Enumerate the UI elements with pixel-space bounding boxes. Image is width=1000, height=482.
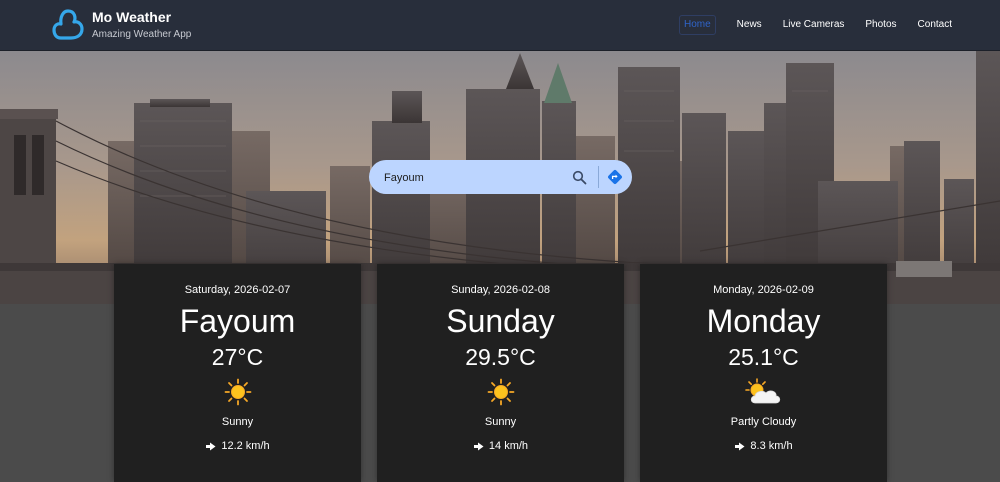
forecast-day: Monday: [706, 303, 821, 339]
forecast-wind: 12.2 km/h: [114, 440, 361, 452]
forecast-card: Monday, 2026-02-09 Monday 25.1°C Partly …: [640, 264, 887, 482]
forecast-day: Sunday: [446, 303, 555, 339]
forecast-date: Monday, 2026-02-09: [713, 284, 814, 296]
forecast-wind: 14 km/h: [377, 440, 624, 452]
nav-home[interactable]: Home: [678, 15, 716, 35]
forecast-temperature: 25.1°C: [728, 344, 799, 370]
app-subtitle: Amazing Weather App: [92, 29, 192, 40]
forecast-condition: Partly Cloudy: [730, 416, 797, 428]
search-divider: [598, 166, 599, 188]
nav-photos[interactable]: Photos: [865, 16, 896, 34]
navbar: Mo Weather Amazing Weather App Home News…: [0, 0, 1000, 51]
cloud-logo-icon: [52, 9, 84, 40]
search-bar: [369, 160, 632, 196]
forecast-date: Saturday, 2026-02-07: [184, 284, 291, 296]
sun-icon: [487, 378, 514, 406]
nav-news[interactable]: News: [737, 16, 762, 34]
wind-direction-icon: [206, 442, 216, 450]
main-nav: Home News Live Cameras Photos Contact: [678, 15, 952, 35]
wind-direction-icon: [735, 442, 745, 450]
forecast-condition: Sunny: [484, 416, 517, 428]
forecast-card: Sunday, 2026-02-08 Sunday 29.5°C Sunny 1…: [377, 264, 624, 482]
forecast-wind-speed: 14 km/h: [488, 440, 529, 452]
forecast-temperature: 29.5°C: [465, 344, 536, 370]
directions-icon[interactable]: [607, 169, 623, 185]
forecast-wind-speed: 12.2 km/h: [221, 440, 270, 452]
partly-cloudy-icon: [744, 378, 780, 404]
nav-live-cameras[interactable]: Live Cameras: [783, 16, 845, 34]
nav-contact[interactable]: Contact: [918, 16, 952, 34]
forecast-wind-speed: 8.3 km/h: [750, 440, 793, 452]
wind-direction-icon: [473, 442, 484, 450]
forecast-location: Fayoum: [179, 303, 296, 339]
forecast-card: Saturday, 2026-02-07 Fayoum 27°C Sunny 1…: [114, 264, 361, 482]
brand[interactable]: Mo Weather Amazing Weather App: [52, 8, 191, 41]
forecast-wind: 8.3 km/h: [640, 440, 887, 452]
forecast-date: Sunday, 2026-02-08: [451, 284, 550, 296]
forecast-condition: Sunny: [221, 416, 254, 428]
search-input[interactable]: [382, 160, 576, 196]
forecast-temperature: 27°C: [211, 344, 264, 370]
sun-icon: [224, 378, 251, 406]
search-icon[interactable]: [572, 170, 587, 185]
app-title: Mo Weather: [92, 9, 172, 25]
